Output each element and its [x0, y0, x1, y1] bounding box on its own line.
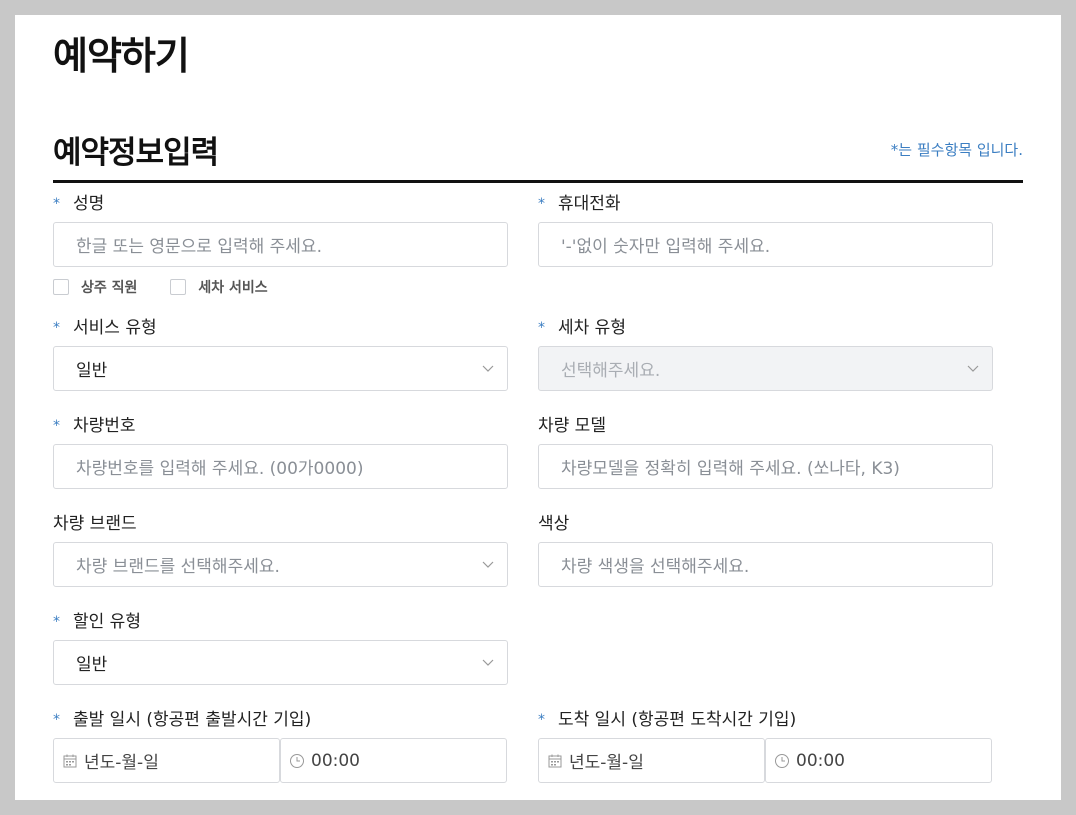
name-field: * 성명 한글 또는 영문으로 입력해 주세요. [53, 192, 508, 267]
name-label: * 성명 [53, 194, 105, 214]
required-star: * [53, 614, 60, 630]
resident-staff-checkbox[interactable]: 상주 직원 [53, 277, 137, 297]
required-star: * [53, 712, 60, 728]
discount-type-field: * 할인 유형 일반 [53, 610, 508, 685]
checkbox-box[interactable] [170, 279, 187, 295]
required-star: * [538, 712, 545, 728]
color-input[interactable]: 차량 색생을 선택해주세요. [538, 542, 993, 587]
car-model-label: 차량 모델 [538, 416, 606, 436]
arrival-label: * 도착 일시 (항공편 도착시간 기입) [538, 710, 797, 730]
wash-type-label: * 세차 유형 [538, 318, 626, 338]
section-title: 예약정보입력 [53, 135, 219, 171]
name-input[interactable]: 한글 또는 영문으로 입력해 주세요. [53, 222, 508, 267]
color-field: 색상 차량 색생을 선택해주세요. [538, 512, 993, 587]
discount-type-label: * 할인 유형 [53, 612, 141, 632]
checkbox-box[interactable] [53, 279, 69, 295]
car-model-field: 차량 모델 차량모델을 정확히 입력해 주세요. (쏘나타, K3) [538, 414, 993, 489]
discount-type-value: 일반 [76, 655, 108, 675]
car-number-field: * 차량번호 차량번호를 입력해 주세요. (00가0000) [53, 414, 508, 489]
car-brand-select[interactable]: 차량 브랜드를 선택해주세요. [53, 542, 508, 587]
departure-date-value: 년도-월-일 [84, 753, 159, 773]
page-title: 예약하기 [53, 34, 190, 78]
section-divider [53, 180, 1023, 183]
reservation-page: 예약하기 예약정보입력 *는 필수항목 입니다. * 성명 한글 또는 영문으로 … [15, 15, 1061, 800]
wash-type-field: * 세차 유형 선택해주세요. [538, 316, 993, 391]
arrival-date-input[interactable]: 년도-월-일 [538, 738, 765, 783]
departure-time-value: 00:00 [311, 750, 360, 771]
car-brand-value: 차량 브랜드를 선택해주세요. [76, 557, 280, 577]
clock-icon [775, 753, 789, 768]
staff-options: 상주 직원 세차 서비스 [53, 277, 301, 297]
service-type-label: * 서비스 유형 [53, 318, 157, 338]
required-star: * [53, 196, 60, 212]
phone-input[interactable]: '-'없이 숫자만 입력해 주세요. [538, 222, 993, 267]
phone-field: * 휴대전화 '-'없이 숫자만 입력해 주세요. [538, 192, 993, 267]
arrival-time-value: 00:00 [796, 750, 845, 771]
chevron-down-icon [967, 365, 979, 372]
departure-time-input[interactable]: 00:00 [280, 738, 507, 783]
wash-type-value: 선택해주세요. [561, 361, 661, 381]
calendar-icon [63, 754, 77, 767]
required-star: * [53, 418, 60, 434]
service-type-field: * 서비스 유형 일반 [53, 316, 508, 391]
chevron-down-icon [482, 659, 494, 666]
departure-inputs: 년도-월-일 00:00 [53, 738, 508, 783]
clock-icon [290, 753, 304, 768]
service-type-value: 일반 [76, 361, 108, 381]
departure-date-input[interactable]: 년도-월-일 [53, 738, 280, 783]
car-brand-field: 차량 브랜드 차량 브랜드를 선택해주세요. [53, 512, 508, 587]
arrival-field: * 도착 일시 (항공편 도착시간 기입) 년도-월-일 00:00 [538, 708, 993, 783]
color-label: 색상 [538, 514, 570, 534]
required-star: * [53, 320, 60, 336]
chevron-down-icon [482, 561, 494, 568]
required-star: * [538, 320, 545, 336]
arrival-date-value: 년도-월-일 [569, 753, 644, 773]
wash-service-checkbox[interactable]: 세차 서비스 [170, 277, 268, 297]
calendar-icon [548, 754, 562, 767]
required-star: * [538, 196, 545, 212]
wash-service-label: 세차 서비스 [198, 280, 268, 296]
car-number-label: * 차량번호 [53, 416, 136, 436]
arrival-inputs: 년도-월-일 00:00 [538, 738, 993, 783]
car-model-input[interactable]: 차량모델을 정확히 입력해 주세요. (쏘나타, K3) [538, 444, 993, 489]
required-note: *는 필수항목 입니다. [890, 141, 1023, 159]
departure-field: * 출발 일시 (항공편 출발시간 기입) 년도-월-일 00:00 [53, 708, 508, 783]
car-brand-label: 차량 브랜드 [53, 514, 137, 534]
chevron-down-icon [482, 365, 494, 372]
phone-label: * 휴대전화 [538, 194, 621, 214]
arrival-time-input[interactable]: 00:00 [765, 738, 992, 783]
resident-staff-label: 상주 직원 [81, 280, 138, 296]
departure-label: * 출발 일시 (항공편 출발시간 기입) [53, 710, 312, 730]
car-number-input[interactable]: 차량번호를 입력해 주세요. (00가0000) [53, 444, 508, 489]
service-type-select[interactable]: 일반 [53, 346, 508, 391]
discount-type-select[interactable]: 일반 [53, 640, 508, 685]
wash-type-select[interactable]: 선택해주세요. [538, 346, 993, 391]
